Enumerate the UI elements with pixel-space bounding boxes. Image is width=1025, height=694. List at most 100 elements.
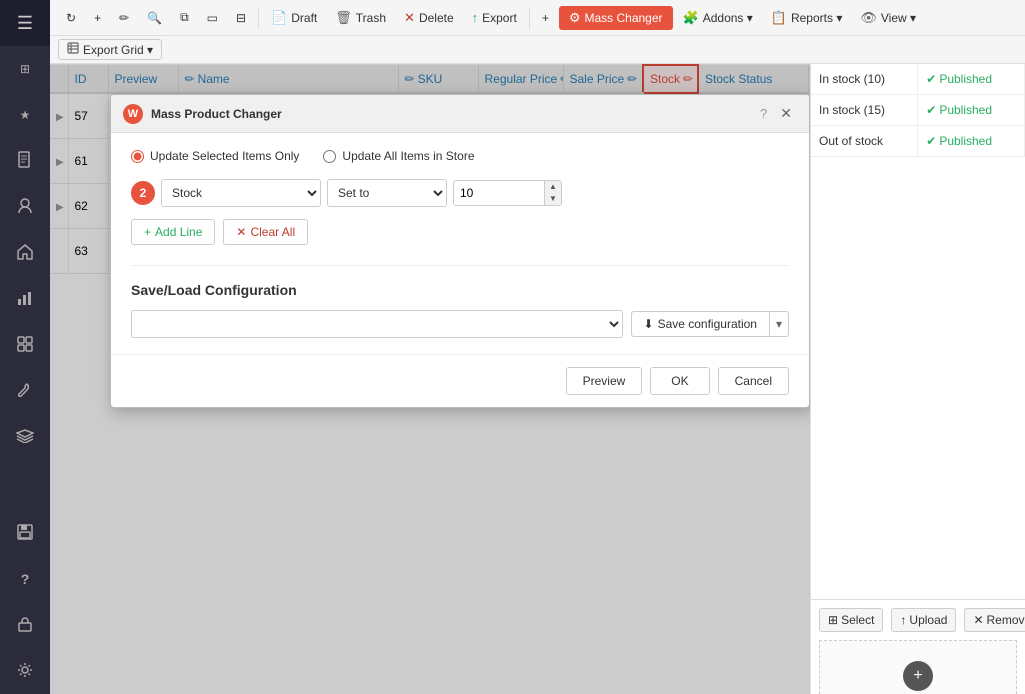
rule-amount-down[interactable]: ▼ bbox=[545, 193, 561, 205]
image-drop-icon: + bbox=[903, 661, 933, 691]
clear-all-icon: ✕ bbox=[236, 225, 246, 239]
radio-selected-items[interactable]: Update Selected Items Only bbox=[131, 149, 299, 163]
draft-button[interactable]: 📄 Draft bbox=[263, 7, 325, 29]
add-line-label: Add Line bbox=[155, 225, 202, 239]
sidebar-item-dashboard[interactable]: ⊞ bbox=[0, 46, 50, 92]
chart-icon bbox=[17, 290, 33, 309]
delete-button[interactable]: ✕ Delete bbox=[396, 7, 462, 29]
lock-icon bbox=[18, 616, 32, 635]
save-config-icon: ⬇ bbox=[644, 317, 654, 331]
modal-cancel-label: Cancel bbox=[735, 374, 772, 388]
image-drop-zone[interactable]: + Drop image here Preview image bbox=[819, 640, 1017, 694]
sidebar-item-file[interactable] bbox=[0, 138, 50, 184]
save-config-label: Save configuration bbox=[658, 317, 757, 331]
sidebar-item-home[interactable] bbox=[0, 230, 50, 276]
add-line-icon: + bbox=[144, 225, 151, 239]
save-load-row: ⬇ Save configuration ▾ bbox=[131, 310, 789, 338]
export-grid-button[interactable]: Export Grid ▾ bbox=[58, 39, 162, 60]
modal-cancel-button[interactable]: Cancel bbox=[718, 367, 789, 395]
add-small-button[interactable]: + bbox=[534, 8, 557, 28]
config-select[interactable] bbox=[131, 310, 623, 338]
sidebar-hamburger[interactable]: ☰ bbox=[0, 0, 50, 46]
addons-icon: 🧩 bbox=[683, 10, 699, 26]
multi-button[interactable]: ⊟ bbox=[228, 8, 254, 28]
clear-all-button[interactable]: ✕ Clear All bbox=[223, 219, 308, 245]
select-image-label: Select bbox=[841, 613, 874, 627]
remove-image-button[interactable]: ✕ Remove bbox=[964, 608, 1025, 632]
add-small-icon: + bbox=[542, 11, 549, 25]
sidebar-item-chart[interactable] bbox=[0, 276, 50, 322]
modal-preview-button[interactable]: Preview bbox=[566, 367, 643, 395]
sidebar-item-help[interactable]: ? bbox=[0, 556, 50, 602]
modal-close-button[interactable]: ✕ bbox=[775, 103, 797, 124]
main-content: ↻ + ✏ 🔍 ⧉ ▭ ⊟ 📄 Draft 🗑 Trash ✕ bbox=[50, 0, 1025, 694]
refresh-icon: ↻ bbox=[66, 11, 76, 25]
radio-selected-input[interactable] bbox=[131, 150, 144, 163]
right-panel-row: In stock (15) ✔ Published bbox=[811, 95, 1025, 126]
search-icon: 🔍 bbox=[147, 11, 162, 25]
save-config-button[interactable]: ⬇ Save configuration bbox=[631, 311, 770, 337]
right-panel: In stock (10) ✔ Published In bbox=[810, 64, 1025, 694]
modal-body: Update Selected Items Only Update All It… bbox=[111, 133, 809, 354]
copy-button[interactable]: ⧉ bbox=[172, 7, 197, 28]
rule-actions: + Add Line ✕ Clear All bbox=[131, 219, 789, 245]
sidebar-item-save[interactable] bbox=[0, 510, 50, 556]
right-stock-status-2: In stock (15) bbox=[811, 95, 918, 126]
rule-amount-input[interactable] bbox=[454, 181, 544, 205]
right-panel-row: Out of stock ✔ Published bbox=[811, 126, 1025, 157]
search-button[interactable]: 🔍 bbox=[139, 8, 170, 28]
mass-changer-modal: W Mass Product Changer ? ✕ bbox=[110, 94, 810, 408]
export-icon: ↑ bbox=[472, 10, 479, 25]
modal-ok-label: OK bbox=[671, 374, 688, 388]
reports-button[interactable]: 📋 Reports ▾ bbox=[763, 7, 851, 29]
copy-icon: ⧉ bbox=[180, 10, 189, 25]
view-button[interactable]: 👁 View ▾ bbox=[852, 7, 924, 29]
export-button[interactable]: ↑ Export bbox=[464, 7, 525, 28]
rule-amount-up[interactable]: ▲ bbox=[545, 181, 561, 193]
modal-header-right: ? ✕ bbox=[760, 103, 797, 124]
rule-field-select[interactable]: Stock Price Sale Price Status bbox=[161, 179, 321, 207]
right-post-status-1: ✔ Published bbox=[918, 64, 1025, 95]
addons-button[interactable]: 🧩 Addons ▾ bbox=[675, 7, 761, 29]
view-label: View ▾ bbox=[881, 11, 916, 25]
rule-op-select[interactable]: Set to Increase by Decrease by Multiply … bbox=[327, 179, 447, 207]
puzzle-icon bbox=[16, 335, 34, 356]
select-image-button[interactable]: ⊞ Select bbox=[819, 608, 883, 632]
edit-button[interactable]: ✏ bbox=[111, 8, 137, 28]
modal-ok-button[interactable]: OK bbox=[650, 367, 709, 395]
upload-image-button[interactable]: ↑ Upload bbox=[891, 608, 956, 632]
trash-icon: 🗑 bbox=[335, 10, 352, 26]
mass-changer-label: Mass Changer bbox=[584, 11, 662, 25]
sidebar-item-user[interactable] bbox=[0, 184, 50, 230]
mass-changer-button[interactable]: ⚙ Mass Changer bbox=[559, 6, 673, 30]
radio-all-items[interactable]: Update All Items in Store bbox=[323, 149, 474, 163]
export-grid-icon bbox=[67, 42, 79, 57]
sidebar-item-tools[interactable] bbox=[0, 368, 50, 414]
radio-all-label: Update All Items in Store bbox=[342, 149, 474, 163]
gear-icon bbox=[17, 662, 33, 681]
add-line-button[interactable]: + Add Line bbox=[131, 219, 215, 245]
right-panel-row: In stock (10) ✔ Published bbox=[811, 64, 1025, 95]
save-config-arrow-button[interactable]: ▾ bbox=[770, 311, 789, 337]
sidebar-item-layers[interactable] bbox=[0, 414, 50, 460]
content-area: ID Preview ✏ Name bbox=[50, 64, 1025, 694]
save-load-title: Save/Load Configuration bbox=[131, 282, 789, 298]
separator-2 bbox=[529, 7, 530, 29]
refresh-button[interactable]: ↻ bbox=[58, 8, 84, 28]
preview-window-button[interactable]: ▭ bbox=[199, 8, 226, 28]
rule-amount-spinner: ▲ ▼ bbox=[544, 181, 561, 205]
sidebar-item-settings[interactable] bbox=[0, 648, 50, 694]
right-post-status-3: ✔ Published bbox=[918, 126, 1025, 157]
sidebar-item-puzzle[interactable] bbox=[0, 322, 50, 368]
radio-all-input[interactable] bbox=[323, 150, 336, 163]
modal-help-icon[interactable]: ? bbox=[760, 106, 767, 121]
trash-button[interactable]: 🗑 Trash bbox=[327, 7, 394, 29]
delete-icon: ✕ bbox=[404, 10, 415, 26]
view-icon: 👁 bbox=[860, 10, 877, 26]
sidebar-item-lock[interactable] bbox=[0, 602, 50, 648]
sidebar-item-star[interactable]: ★ bbox=[0, 92, 50, 138]
add-icon: + bbox=[94, 11, 101, 25]
add-button[interactable]: + bbox=[86, 8, 109, 28]
dashboard-icon: ⊞ bbox=[20, 62, 30, 76]
right-stock-status-3: Out of stock bbox=[811, 126, 918, 157]
